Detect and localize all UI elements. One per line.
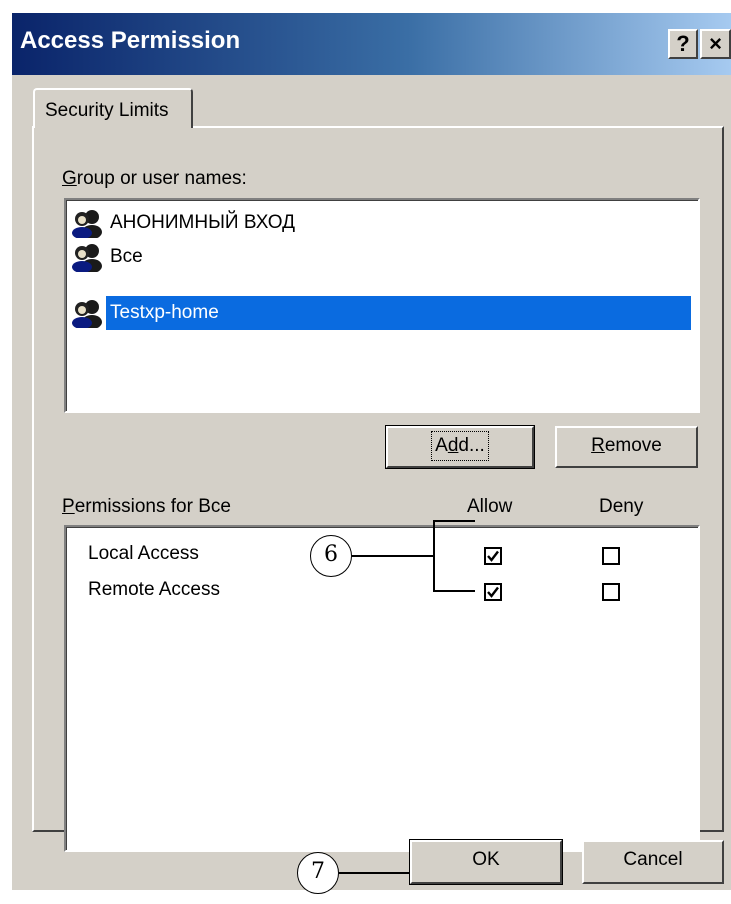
window-title: Access Permission <box>20 27 241 54</box>
callout-6-bracket-top <box>433 520 475 522</box>
user-name: АНОНИМНЫЙ ВХОД <box>110 212 295 233</box>
checkmark-icon <box>487 586 499 598</box>
allow-header: Allow <box>467 496 513 517</box>
help-button[interactable]: ? <box>668 29 698 59</box>
callout-7-line <box>339 872 410 874</box>
callout-6: 6 <box>310 535 352 577</box>
user-group-icon <box>70 242 104 273</box>
permissions-list[interactable]: Local Access Remote Access <box>64 525 700 852</box>
list-item[interactable]: АНОНИМНЫЙ ВХОД <box>70 206 299 240</box>
list-item-selected[interactable]: Testxp-home <box>70 296 691 330</box>
ok-button[interactable]: OK <box>409 839 563 885</box>
user-group-icon <box>70 208 104 239</box>
add-button[interactable]: Add... <box>385 425 535 469</box>
checkmark-icon <box>487 550 499 562</box>
deny-header: Deny <box>599 496 644 517</box>
permission-name: Local Access <box>88 543 199 564</box>
cancel-button[interactable]: Cancel <box>582 840 724 884</box>
callout-6-line <box>352 555 434 557</box>
close-button[interactable]: × <box>700 29 731 59</box>
remove-button[interactable]: Remove <box>555 426 698 468</box>
title-bar[interactable]: Access Permission ? × <box>12 13 731 75</box>
remote-access-deny-checkbox[interactable] <box>602 583 620 601</box>
local-access-allow-checkbox[interactable] <box>484 547 502 565</box>
user-group-icon <box>70 298 104 329</box>
remote-access-allow-checkbox[interactable] <box>484 583 502 601</box>
list-item[interactable]: Все <box>70 240 147 274</box>
user-name: Testxp-home <box>106 296 691 330</box>
tab-panel: Group or user names: АНОНИМНЫЙ ВХОД Все … <box>32 126 724 852</box>
access-permission-dialog: Access Permission ? × Security Limits Gr… <box>12 13 731 890</box>
user-list[interactable]: АНОНИМНЫЙ ВХОД Все Testxp-home <box>64 198 700 413</box>
local-access-deny-checkbox[interactable] <box>602 547 620 565</box>
user-name: Все <box>110 246 143 267</box>
callout-6-bracket-bottom <box>433 590 475 592</box>
group-user-names-label: Group or user names: <box>62 168 247 189</box>
permission-name: Remote Access <box>88 579 220 600</box>
tab-security-limits[interactable]: Security Limits <box>33 88 193 128</box>
permissions-label: Permissions for Все <box>62 496 231 517</box>
callout-7: 7 <box>297 852 339 894</box>
callout-6-bracket <box>433 520 435 591</box>
